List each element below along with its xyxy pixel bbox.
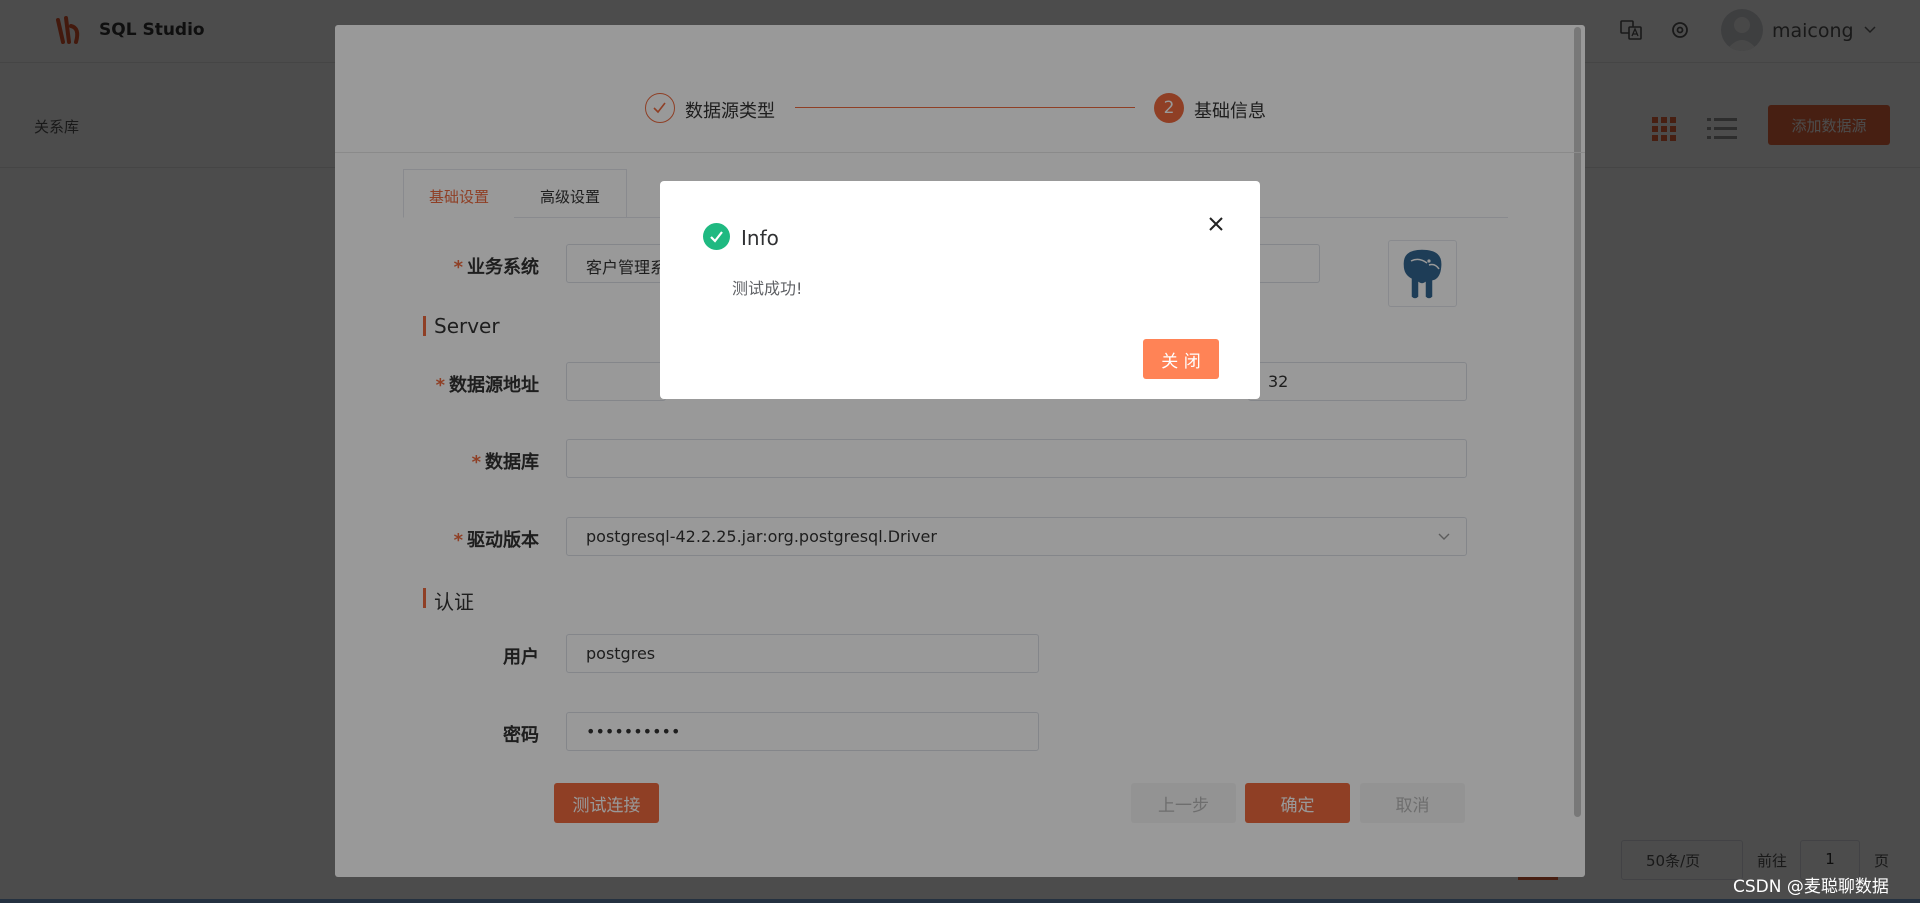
message-close-button[interactable]: 关 闭 <box>1143 339 1219 379</box>
watermark: CSDN @麦聪聊数据 <box>1733 877 1889 897</box>
message-overlay <box>0 0 1920 903</box>
success-check-icon <box>703 223 730 250</box>
message-title: Info <box>741 226 779 250</box>
close-icon[interactable] <box>1207 215 1225 233</box>
message-text: 测试成功! <box>732 279 803 298</box>
